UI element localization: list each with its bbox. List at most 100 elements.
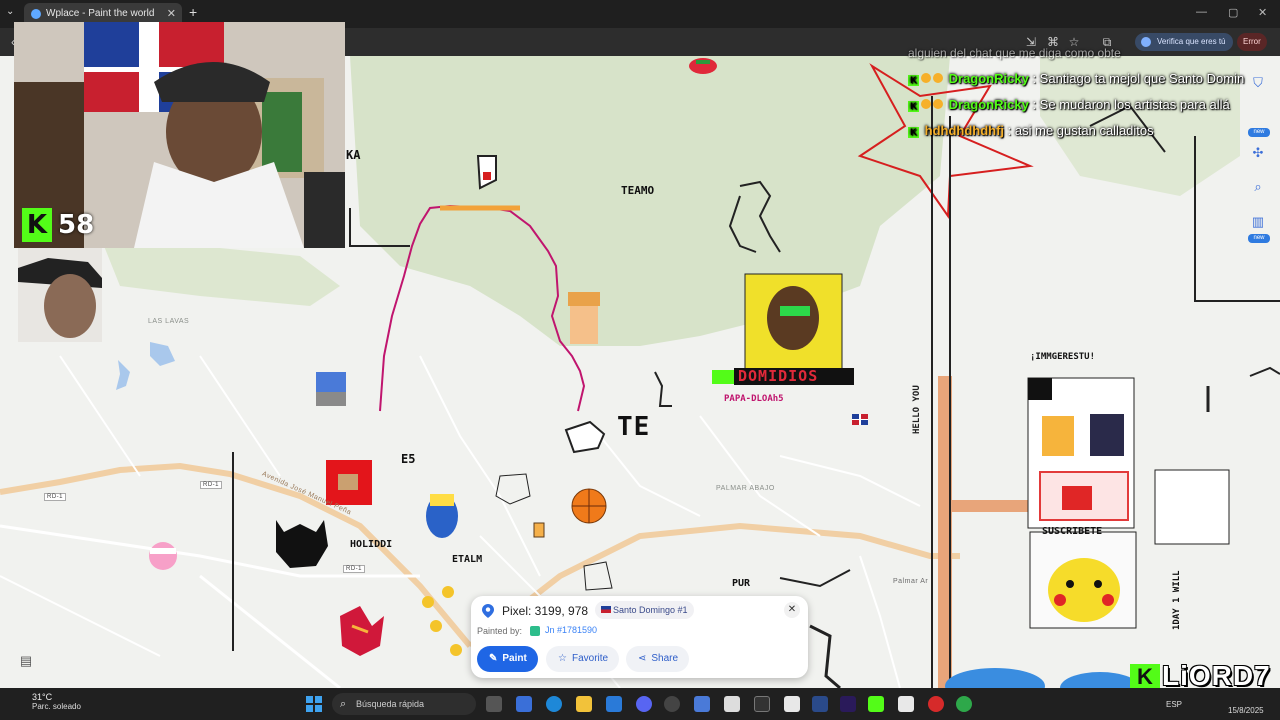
sub-badge-icon — [921, 99, 931, 109]
chat-text: : asi me gustan calladitos — [1007, 123, 1154, 138]
road-shield-rd1: RD-1 — [200, 481, 223, 489]
pixel-info-popup: Pixel: 3199, 978 Santo Domingo #1 ✕ Pain… — [471, 596, 808, 678]
share-button-label: Share — [651, 653, 679, 664]
maximize-icon[interactable]: ▢ — [1228, 6, 1238, 19]
chat-username: DragonRicky — [948, 97, 1029, 112]
kick-badge-icon: K — [908, 101, 919, 112]
favorite-button-label: Favorite — [571, 653, 609, 664]
painter-name[interactable]: Jn #1781590 — [530, 625, 597, 636]
region-chip[interactable]: Santo Domingo #1 — [595, 601, 694, 619]
youtube-icon[interactable] — [928, 696, 944, 712]
art-text-pur: PUR — [732, 578, 751, 589]
windows-taskbar: 31°C Parc. soleado ⌕ Búsqueda rápida ESP… — [0, 688, 1280, 720]
wplace-favicon-icon — [31, 9, 41, 19]
viewer-count: 58 — [58, 210, 95, 240]
task-view-icon[interactable] — [486, 696, 502, 712]
community-icon[interactable]: ✣ — [1246, 142, 1270, 166]
windows-start-icon[interactable] — [306, 696, 322, 712]
region-label: Santo Domingo #1 — [613, 605, 688, 615]
chat-message: K DragonRicky : Santiago ta mejol que Sa… — [908, 71, 1244, 86]
error-button[interactable]: Error — [1237, 33, 1267, 51]
art-text-papa: PAPA-DLOAh5 — [724, 394, 784, 404]
share-icon: ⋖ — [638, 653, 647, 664]
location-pin-icon — [482, 604, 494, 618]
store-icon[interactable] — [606, 696, 622, 712]
widgets-icon[interactable] — [516, 696, 532, 712]
search-icon: ⌕ — [340, 698, 347, 710]
brush-icon: ✎ — [489, 653, 498, 664]
share-button[interactable]: ⋖ Share — [626, 646, 690, 672]
art-text-e5: E5 — [401, 452, 416, 466]
premiere-icon[interactable] — [840, 696, 856, 712]
chat-message: K hdhdhdhdhfj : asi me gustan calladitos — [908, 123, 1154, 138]
taskbar-search[interactable]: ⌕ Búsqueda rápida — [332, 693, 476, 715]
close-popup-button[interactable]: ✕ — [784, 602, 800, 618]
kick-app-icon[interactable] — [868, 696, 884, 712]
painted-by-label: Painted by: — [477, 626, 523, 636]
art-text-domidios: DOMIDIOS — [738, 367, 819, 385]
taskbar-date[interactable]: 15/8/2025 — [1228, 706, 1264, 715]
art-text-ka: KA — [346, 148, 361, 162]
epic-games-icon[interactable] — [754, 696, 770, 712]
search-placeholder: Búsqueda rápida — [356, 699, 425, 709]
favorite-button[interactable]: ☆ Favorite — [546, 646, 620, 672]
kick-badge-icon: K — [908, 127, 919, 138]
art-text-te: TE — [617, 412, 651, 442]
leaderboard-icon[interactable]: ▥ — [1246, 211, 1270, 235]
gift-badge-icon — [933, 99, 943, 109]
verify-identity-chip[interactable]: Verifica que eres tú — [1135, 33, 1234, 51]
secondary-webcam — [18, 248, 102, 342]
discord-icon[interactable] — [636, 696, 652, 712]
weather-temperature: 31°C — [32, 692, 53, 702]
map-label-las-lavas: LAS LAVAS — [148, 318, 190, 325]
screen: ⌄ Wplace - Paint the world ✕ + — ▢ ✕ ‹ ⇲… — [0, 0, 1280, 720]
app-icon[interactable] — [694, 696, 710, 712]
chat-message-faded: alguien del chat que me diga como obte — [908, 46, 1121, 60]
art-text-hello-you: HELLO YOU — [912, 385, 922, 434]
art-text-holidi: HOLIDDI — [350, 539, 393, 550]
road-shield-rd1: RD-1 — [44, 493, 67, 501]
art-text-1day: 1DAY 1 WILL — [1172, 570, 1182, 630]
viewer-count-badge: K 58 — [22, 208, 100, 244]
document-icon[interactable] — [784, 696, 800, 712]
chat-faded-text: alguien del chat que me diga como obte — [908, 46, 1121, 60]
weather-widget[interactable]: 31°C Parc. soleado — [14, 692, 81, 712]
art-text-suscribete: SUSCRIBETE — [1042, 526, 1103, 537]
chat-username: hdhdhdhdhfj — [924, 123, 1005, 138]
paint-button[interactable]: ✎ Paint — [477, 646, 538, 672]
star-icon: ☆ — [558, 653, 567, 664]
edge-icon[interactable] — [546, 696, 562, 712]
tab-list-icon[interactable]: ⌄ — [6, 6, 14, 17]
gift-badge-icon — [933, 73, 943, 83]
search-map-icon[interactable]: ⌕ — [1246, 176, 1270, 200]
tab-title: Wplace - Paint the world — [46, 8, 155, 19]
art-text-teamo: TEAMO — [621, 184, 655, 197]
input-language[interactable]: ESP — [1166, 700, 1182, 709]
kick-logo-icon: K — [1130, 664, 1160, 690]
chat-message: K DragonRicky : Se mudaron los artistas … — [908, 97, 1230, 112]
chat-text: : Santiago ta mejol que Santo Domin — [1032, 71, 1245, 86]
map-label-palmar-abajo: PALMAR ABAJO — [716, 485, 775, 492]
obs-icon[interactable] — [664, 696, 680, 712]
map-layers-icon[interactable]: ▤ — [14, 650, 38, 674]
dominican-flag-icon — [601, 606, 611, 613]
chat-text: : Se mudaron los artistas para allá — [1032, 97, 1230, 112]
sub-badge-icon — [921, 73, 931, 83]
chrome-icon[interactable] — [956, 696, 972, 712]
weather-condition: Parc. soleado — [32, 702, 81, 711]
new-tab-icon[interactable]: + — [189, 4, 197, 20]
close-window-icon[interactable]: ✕ — [1258, 6, 1267, 19]
pixel-coordinates: Pixel: 3199, 978 — [502, 604, 589, 618]
chat-username: DragonRicky — [948, 71, 1029, 86]
kick-badge-icon: K — [908, 75, 919, 86]
art-text-immgerestu: ¡IMMGERESTU! — [1030, 352, 1096, 362]
vscode-icon[interactable] — [812, 696, 828, 712]
road-shield-rd1: RD-1 — [343, 565, 366, 573]
notepad-icon[interactable] — [724, 696, 740, 712]
minimize-icon[interactable]: — — [1196, 6, 1207, 18]
cart-icon[interactable]: ⛉ — [1246, 72, 1270, 96]
file-explorer-icon[interactable] — [576, 696, 592, 712]
file-icon[interactable] — [898, 696, 914, 712]
kick-logo-icon: K — [22, 208, 52, 242]
art-text-etalm: ETALM — [452, 554, 483, 565]
